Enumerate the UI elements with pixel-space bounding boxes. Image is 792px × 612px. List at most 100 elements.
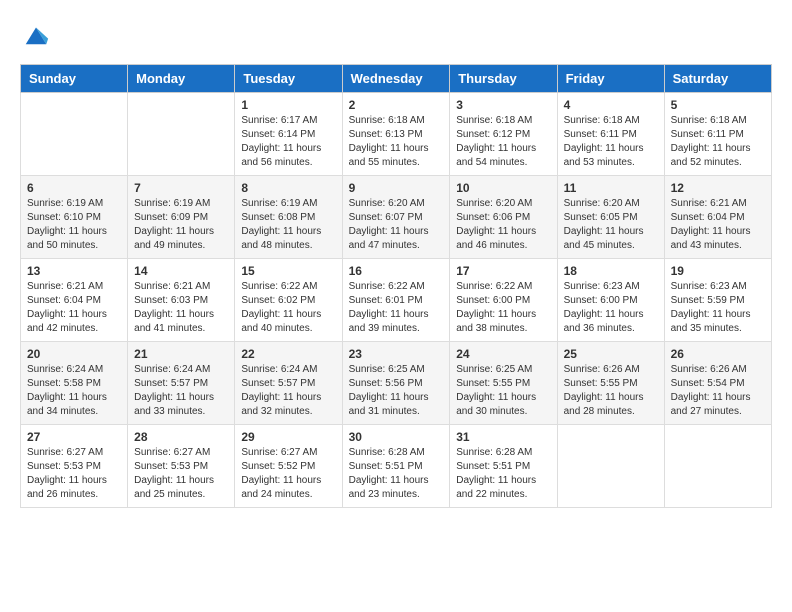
day-info: Sunrise: 6:21 AMSunset: 6:03 PMDaylight:… (134, 280, 228, 336)
calendar-cell: 2 Sunrise: 6:18 AMSunset: 6:13 PMDaylight… (342, 93, 450, 176)
day-number: 2 (349, 98, 444, 112)
calendar-cell: 27Sunrise: 6:27 AMSunset: 5:53 PMDayligh… (21, 425, 128, 508)
calendar-cell: 21 Sunrise: 6:24 AMSunset: 5:57 PMDayligh… (128, 342, 235, 425)
day-info: Sunrise: 6:22 AMSunset: 6:00 PMDaylight:… (456, 280, 550, 336)
day-number: 8 (241, 181, 335, 195)
col-header-thursday: Thursday (450, 65, 557, 93)
day-info: Sunrise: 6:21 AMSunset: 6:04 PMDaylight:… (27, 280, 121, 336)
day-info: Sunrise: 6:20 AMSunset: 6:05 PMDaylight:… (564, 197, 658, 253)
day-number: 31 (456, 430, 550, 444)
day-number: 3 (456, 98, 550, 112)
calendar-cell: 7Sunrise: 6:19 AMSunset: 6:09 PMDaylight… (128, 176, 235, 259)
calendar-cell (664, 425, 771, 508)
calendar-cell: 9 Sunrise: 6:20 AMSunset: 6:07 PMDaylight… (342, 176, 450, 259)
day-info: Sunrise: 6:18 AMSunset: 6:13 PMDaylight:… (349, 114, 444, 170)
day-number: 21 (134, 347, 228, 361)
calendar-cell: 24Sunrise: 6:25 AMSunset: 5:55 PMDayligh… (450, 342, 557, 425)
calendar-cell (21, 93, 128, 176)
day-info: Sunrise: 6:22 AMSunset: 6:02 PMDaylight:… (241, 280, 335, 336)
day-info: Sunrise: 6:27 AMSunset: 5:52 PMDaylight:… (241, 446, 335, 502)
day-info: Sunrise: 6:25 AMSunset: 5:55 PMDaylight:… (456, 363, 550, 419)
calendar-cell: 23 Sunrise: 6:25 AMSunset: 5:56 PMDayligh… (342, 342, 450, 425)
day-number: 10 (456, 181, 550, 195)
calendar-cell: 5 Sunrise: 6:18 AMSunset: 6:11 PMDaylight… (664, 93, 771, 176)
day-info: Sunrise: 6:22 AMSunset: 6:01 PMDaylight:… (349, 280, 444, 336)
calendar-cell: 14 Sunrise: 6:21 AMSunset: 6:03 PMDayligh… (128, 259, 235, 342)
calendar-cell: 30 Sunrise: 6:28 AMSunset: 5:51 PMDayligh… (342, 425, 450, 508)
day-number: 6 (27, 181, 121, 195)
col-header-monday: Monday (128, 65, 235, 93)
calendar-cell: 28 Sunrise: 6:27 AMSunset: 5:53 PMDayligh… (128, 425, 235, 508)
calendar-cell: 11 Sunrise: 6:20 AMSunset: 6:05 PMDayligh… (557, 176, 664, 259)
day-number: 14 (134, 264, 228, 278)
day-info: Sunrise: 6:24 AMSunset: 5:57 PMDaylight:… (241, 363, 335, 419)
day-info: Sunrise: 6:25 AMSunset: 5:56 PMDaylight:… (349, 363, 444, 419)
calendar-cell: 19 Sunrise: 6:23 AMSunset: 5:59 PMDayligh… (664, 259, 771, 342)
day-number: 5 (671, 98, 765, 112)
calendar-cell: 15 Sunrise: 6:22 AMSunset: 6:02 PMDayligh… (235, 259, 342, 342)
calendar-cell: 25 Sunrise: 6:26 AMSunset: 5:55 PMDayligh… (557, 342, 664, 425)
calendar-cell: 29 Sunrise: 6:27 AMSunset: 5:52 PMDayligh… (235, 425, 342, 508)
calendar-header-row: SundayMondayTuesdayWednesdayThursdayFrid… (21, 65, 772, 93)
day-info: Sunrise: 6:28 AMSunset: 5:51 PMDaylight:… (349, 446, 444, 502)
day-info: Sunrise: 6:18 AMSunset: 6:11 PMDaylight:… (671, 114, 765, 170)
calendar-cell: 12 Sunrise: 6:21 AMSunset: 6:04 PMDayligh… (664, 176, 771, 259)
calendar-cell: 6Sunrise: 6:19 AMSunset: 6:10 PMDaylight… (21, 176, 128, 259)
day-info: Sunrise: 6:28 AMSunset: 5:51 PMDaylight:… (456, 446, 550, 502)
day-number: 26 (671, 347, 765, 361)
day-number: 19 (671, 264, 765, 278)
day-number: 28 (134, 430, 228, 444)
day-number: 9 (349, 181, 444, 195)
day-info: Sunrise: 6:19 AMSunset: 6:09 PMDaylight:… (134, 197, 228, 253)
calendar-week-row: 27Sunrise: 6:27 AMSunset: 5:53 PMDayligh… (21, 425, 772, 508)
day-info: Sunrise: 6:20 AMSunset: 6:06 PMDaylight:… (456, 197, 550, 253)
calendar-cell: 1 Sunrise: 6:17 AMSunset: 6:14 PMDaylight… (235, 93, 342, 176)
day-info: Sunrise: 6:17 AMSunset: 6:14 PMDaylight:… (241, 114, 335, 170)
day-info: Sunrise: 6:26 AMSunset: 5:55 PMDaylight:… (564, 363, 658, 419)
col-header-tuesday: Tuesday (235, 65, 342, 93)
day-number: 30 (349, 430, 444, 444)
day-info: Sunrise: 6:23 AMSunset: 5:59 PMDaylight:… (671, 280, 765, 336)
day-number: 25 (564, 347, 658, 361)
calendar-cell: 3 Sunrise: 6:18 AMSunset: 6:12 PMDaylight… (450, 93, 557, 176)
day-number: 15 (241, 264, 335, 278)
col-header-friday: Friday (557, 65, 664, 93)
col-header-saturday: Saturday (664, 65, 771, 93)
day-info: Sunrise: 6:20 AMSunset: 6:07 PMDaylight:… (349, 197, 444, 253)
day-number: 29 (241, 430, 335, 444)
day-info: Sunrise: 6:23 AMSunset: 6:00 PMDaylight:… (564, 280, 658, 336)
calendar-cell: 26 Sunrise: 6:26 AMSunset: 5:54 PMDayligh… (664, 342, 771, 425)
day-number: 23 (349, 347, 444, 361)
calendar-cell: 10 Sunrise: 6:20 AMSunset: 6:06 PMDayligh… (450, 176, 557, 259)
day-info: Sunrise: 6:26 AMSunset: 5:54 PMDaylight:… (671, 363, 765, 419)
day-number: 22 (241, 347, 335, 361)
day-number: 1 (241, 98, 335, 112)
day-number: 20 (27, 347, 121, 361)
calendar-cell: 20 Sunrise: 6:24 AMSunset: 5:58 PMDayligh… (21, 342, 128, 425)
logo (20, 20, 50, 48)
calendar-cell: 31 Sunrise: 6:28 AMSunset: 5:51 PMDayligh… (450, 425, 557, 508)
day-info: Sunrise: 6:18 AMSunset: 6:11 PMDaylight:… (564, 114, 658, 170)
calendar-week-row: 6Sunrise: 6:19 AMSunset: 6:10 PMDaylight… (21, 176, 772, 259)
day-number: 11 (564, 181, 658, 195)
day-number: 18 (564, 264, 658, 278)
day-info: Sunrise: 6:21 AMSunset: 6:04 PMDaylight:… (671, 197, 765, 253)
day-info: Sunrise: 6:24 AMSunset: 5:58 PMDaylight:… (27, 363, 121, 419)
calendar-cell: 18 Sunrise: 6:23 AMSunset: 6:00 PMDayligh… (557, 259, 664, 342)
day-info: Sunrise: 6:27 AMSunset: 5:53 PMDaylight:… (134, 446, 228, 502)
logo-icon (22, 20, 50, 48)
calendar-cell: 17Sunrise: 6:22 AMSunset: 6:00 PMDayligh… (450, 259, 557, 342)
calendar-cell (128, 93, 235, 176)
calendar-cell: 13 Sunrise: 6:21 AMSunset: 6:04 PMDayligh… (21, 259, 128, 342)
day-info: Sunrise: 6:18 AMSunset: 6:12 PMDaylight:… (456, 114, 550, 170)
calendar-week-row: 13 Sunrise: 6:21 AMSunset: 6:04 PMDayligh… (21, 259, 772, 342)
day-info: Sunrise: 6:24 AMSunset: 5:57 PMDaylight:… (134, 363, 228, 419)
day-info: Sunrise: 6:19 AMSunset: 6:08 PMDaylight:… (241, 197, 335, 253)
day-number: 13 (27, 264, 121, 278)
col-header-sunday: Sunday (21, 65, 128, 93)
calendar-cell: 22 Sunrise: 6:24 AMSunset: 5:57 PMDayligh… (235, 342, 342, 425)
day-number: 12 (671, 181, 765, 195)
calendar-cell (557, 425, 664, 508)
calendar-cell: 16Sunrise: 6:22 AMSunset: 6:01 PMDayligh… (342, 259, 450, 342)
page-header (20, 20, 772, 48)
